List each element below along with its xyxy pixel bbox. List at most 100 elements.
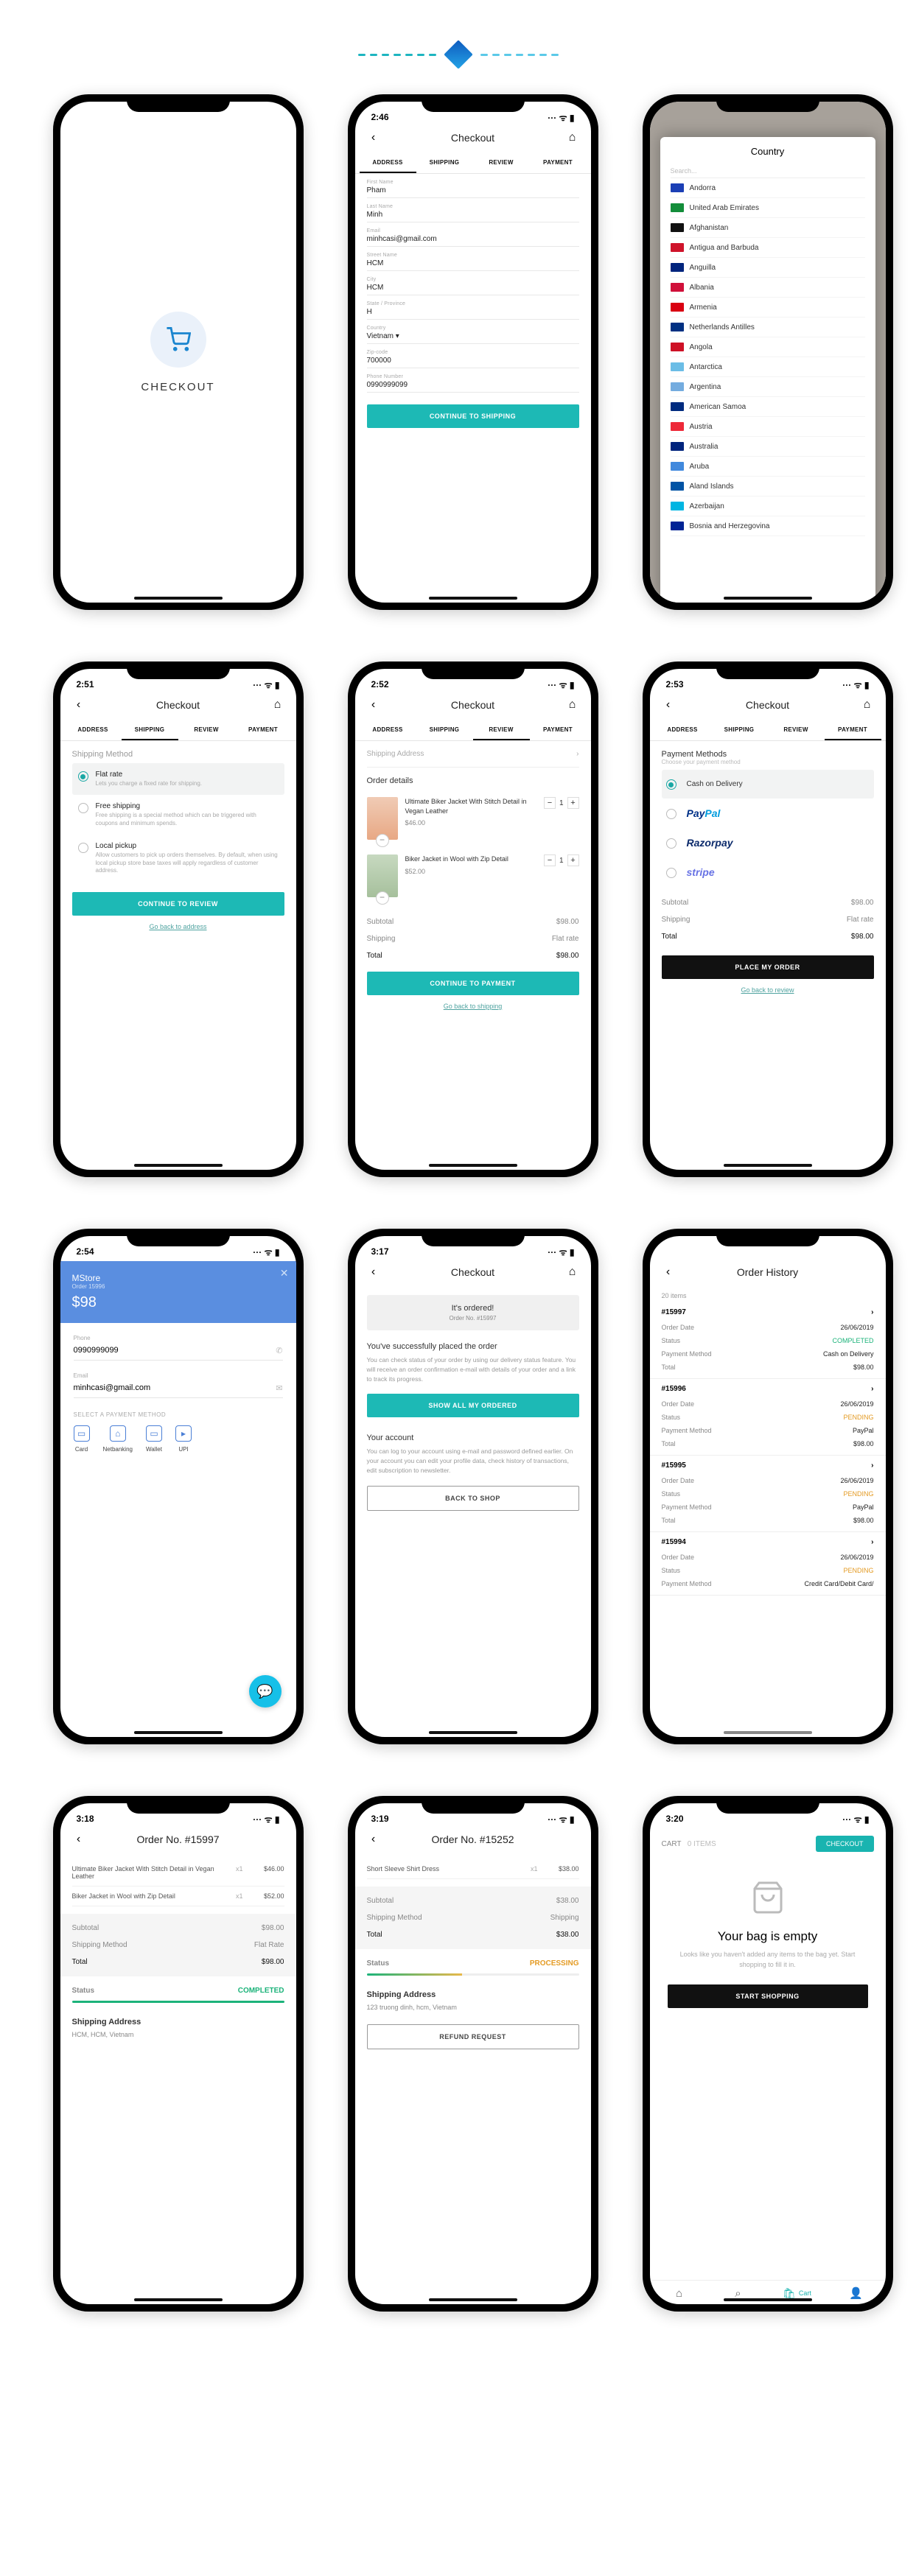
- tab-payment[interactable]: PAYMENT: [825, 719, 881, 740]
- remove-icon[interactable]: −: [376, 834, 389, 847]
- order-number-row[interactable]: #15996›: [650, 1379, 886, 1397]
- shipping-option[interactable]: Free shippingFree shipping is a special …: [72, 795, 284, 835]
- pay-method-wallet[interactable]: ▭ Wallet: [146, 1425, 162, 1453]
- country-item[interactable]: United Arab Emirates: [671, 198, 865, 218]
- order-number-row[interactable]: #15997›: [650, 1302, 886, 1321]
- tab-payment[interactable]: PAYMENT: [235, 719, 292, 740]
- home-icon[interactable]: ⌂: [566, 131, 579, 144]
- tab-review[interactable]: REVIEW: [473, 152, 530, 173]
- back-icon[interactable]: ‹: [72, 698, 85, 712]
- country-item[interactable]: Andorra: [671, 178, 865, 198]
- tab-address[interactable]: ADDRESS: [360, 152, 416, 173]
- home-icon[interactable]: ⌂: [861, 698, 874, 712]
- field-street-name[interactable]: Street Name HCM: [367, 247, 579, 271]
- minus-icon[interactable]: −: [544, 854, 556, 866]
- tab-address[interactable]: ADDRESS: [360, 719, 416, 740]
- place-order-button[interactable]: PLACE MY ORDER: [662, 955, 874, 979]
- back-review-link[interactable]: Go back to review: [662, 979, 874, 1001]
- country-item[interactable]: Bosnia and Herzegovina: [671, 516, 865, 536]
- pay-method-card[interactable]: ▭ Card: [74, 1425, 90, 1453]
- home-icon[interactable]: ⌂: [566, 1266, 579, 1279]
- tab-cart[interactable]: 🛍Cart: [768, 2287, 827, 2300]
- quantity-stepper[interactable]: − 1 +: [544, 854, 579, 866]
- close-icon[interactable]: ✕: [280, 1267, 289, 1280]
- country-item[interactable]: Netherlands Antilles: [671, 317, 865, 337]
- tab-shipping[interactable]: SHIPPING: [416, 719, 473, 740]
- payment-option[interactable]: PayPal: [662, 799, 874, 828]
- tab-shipping[interactable]: SHIPPING: [711, 719, 768, 740]
- plus-icon[interactable]: +: [567, 797, 579, 809]
- field-email[interactable]: Email minhcasi@gmail.com: [367, 222, 579, 247]
- back-icon[interactable]: ‹: [367, 1266, 380, 1279]
- email-field[interactable]: Email minhcasi@gmail.com✉: [60, 1361, 296, 1398]
- back-icon[interactable]: ‹: [662, 1266, 675, 1279]
- shipping-option[interactable]: Flat rateLets you charge a fixed rate fo…: [72, 763, 284, 795]
- tab-search[interactable]: ⌕: [709, 2287, 768, 2300]
- pay-method-upi[interactable]: ▸ UPI: [175, 1425, 192, 1453]
- tab-shipping[interactable]: SHIPPING: [416, 152, 473, 173]
- back-icon[interactable]: ‹: [367, 1833, 380, 1846]
- plus-icon[interactable]: +: [567, 854, 579, 866]
- shipping-address-row[interactable]: Shipping Address›: [367, 741, 579, 768]
- country-item[interactable]: Antigua and Barbuda: [671, 238, 865, 258]
- tab-address[interactable]: ADDRESS: [654, 719, 711, 740]
- tab-payment[interactable]: PAYMENT: [530, 152, 587, 173]
- country-item[interactable]: Aland Islands: [671, 477, 865, 496]
- tab-address[interactable]: ADDRESS: [65, 719, 122, 740]
- search-input[interactable]: Search...: [671, 163, 865, 178]
- country-item[interactable]: Afghanistan: [671, 218, 865, 238]
- back-address-link[interactable]: Go back to address: [72, 916, 284, 938]
- continue-review-button[interactable]: CONTINUE TO REVIEW: [72, 892, 284, 916]
- order-number-row[interactable]: #15994›: [650, 1532, 886, 1551]
- country-item[interactable]: Aruba: [671, 457, 865, 477]
- payment-option[interactable]: stripe: [662, 857, 874, 887]
- checkout-button[interactable]: CHECKOUT: [816, 1836, 874, 1852]
- home-icon[interactable]: ⌂: [566, 698, 579, 712]
- back-icon[interactable]: ‹: [367, 698, 380, 712]
- minus-icon[interactable]: −: [544, 797, 556, 809]
- back-icon[interactable]: ‹: [367, 131, 380, 144]
- country-item[interactable]: American Samoa: [671, 397, 865, 417]
- back-icon[interactable]: ‹: [72, 1833, 85, 1846]
- country-item[interactable]: Australia: [671, 437, 865, 457]
- order-number-row[interactable]: #15995›: [650, 1456, 886, 1474]
- country-item[interactable]: Angola: [671, 337, 865, 357]
- continue-payment-button[interactable]: CONTINUE TO PAYMENT: [367, 972, 579, 995]
- back-icon[interactable]: ‹: [662, 698, 675, 712]
- show-orders-button[interactable]: SHOW ALL MY ORDERED: [367, 1394, 579, 1417]
- tab-shipping[interactable]: SHIPPING: [122, 719, 178, 740]
- start-shopping-button[interactable]: START SHOPPING: [668, 1984, 868, 2008]
- back-shipping-link[interactable]: Go back to shipping: [367, 995, 579, 1017]
- tab-payment[interactable]: PAYMENT: [530, 719, 587, 740]
- field-phone-number[interactable]: Phone Number 0990999099: [367, 368, 579, 393]
- country-item[interactable]: Argentina: [671, 377, 865, 397]
- tab-account[interactable]: 👤: [827, 2287, 886, 2300]
- remove-icon[interactable]: −: [376, 891, 389, 905]
- country-item[interactable]: Armenia: [671, 298, 865, 317]
- country-item[interactable]: Albania: [671, 278, 865, 298]
- field-country[interactable]: Country Vietnam ▾: [367, 320, 579, 344]
- home-icon[interactable]: ⌂: [271, 698, 284, 712]
- tab-review[interactable]: REVIEW: [473, 719, 530, 740]
- quantity-stepper[interactable]: − 1 +: [544, 797, 579, 809]
- field-first-name[interactable]: First Name Pham: [367, 174, 579, 198]
- country-item[interactable]: Antarctica: [671, 357, 865, 377]
- refund-button[interactable]: REFUND REQUEST: [367, 2024, 579, 2049]
- pay-method-netbanking[interactable]: ⌂ Netbanking: [103, 1425, 133, 1453]
- tab-review[interactable]: REVIEW: [768, 719, 825, 740]
- field-zip-code[interactable]: Zip-code 700000: [367, 344, 579, 368]
- country-item[interactable]: Anguilla: [671, 258, 865, 278]
- payment-option[interactable]: Cash on Delivery: [662, 770, 874, 799]
- shipping-option[interactable]: Local pickupAllow customers to pick up o…: [72, 835, 284, 882]
- field-state-province[interactable]: State / Province H: [367, 295, 579, 320]
- payment-option[interactable]: Razorpay: [662, 828, 874, 857]
- phone-field[interactable]: Phone 0990999099✆: [60, 1323, 296, 1361]
- field-city[interactable]: City HCM: [367, 271, 579, 295]
- country-item[interactable]: Austria: [671, 417, 865, 437]
- field-last-name[interactable]: Last Name Minh: [367, 198, 579, 222]
- continue-shipping-button[interactable]: CONTINUE TO SHIPPING: [367, 404, 579, 428]
- country-item[interactable]: Azerbaijan: [671, 496, 865, 516]
- chat-fab[interactable]: 💬: [249, 1675, 282, 1708]
- back-to-shop-button[interactable]: BACK TO SHOP: [367, 1486, 579, 1511]
- tab-review[interactable]: REVIEW: [178, 719, 235, 740]
